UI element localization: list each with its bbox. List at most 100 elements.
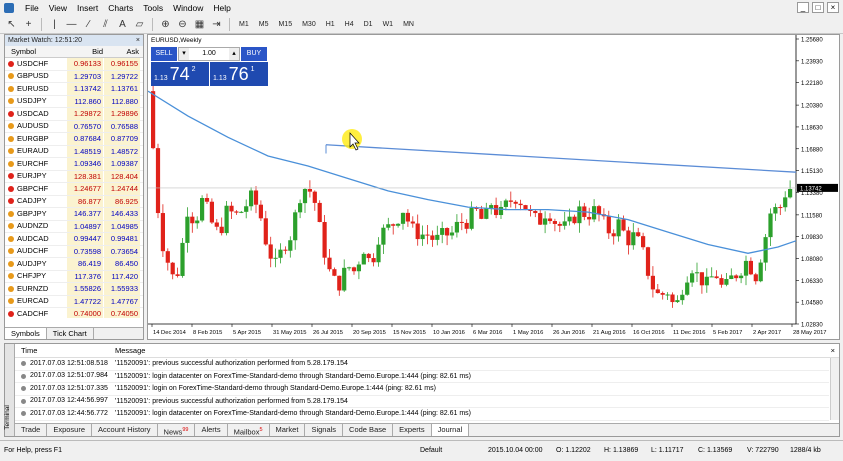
tab-alerts[interactable]: Alerts bbox=[195, 424, 228, 436]
timeframe-m15[interactable]: M15 bbox=[274, 18, 296, 32]
symbol-cell[interactable]: AUDCHF bbox=[5, 246, 67, 258]
lot-size-value[interactable]: 1.00 bbox=[189, 48, 229, 60]
sell-price-button[interactable]: 1.13 74 2 bbox=[151, 62, 209, 86]
market-watch-row[interactable]: EURCHF 1.09346 1.09387 bbox=[5, 158, 143, 171]
symbol-cell[interactable]: AUDUSD bbox=[5, 121, 67, 133]
market-watch-row[interactable]: USDCHF 0.96133 0.96155 bbox=[5, 58, 143, 71]
channel-icon[interactable]: ⫽ bbox=[98, 18, 113, 32]
restore-button[interactable]: □ bbox=[812, 2, 824, 13]
symbol-cell[interactable]: EURNZD bbox=[5, 283, 67, 295]
market-watch-row[interactable]: AUDNZD 1.04897 1.04985 bbox=[5, 220, 143, 233]
market-watch-row[interactable]: CADJPY 86.877 86.925 bbox=[5, 195, 143, 208]
horizontal-line-icon[interactable]: — bbox=[64, 18, 79, 32]
journal-row[interactable]: 2017.07.03 12:44:56.772 '11520091': login… bbox=[15, 408, 829, 421]
column-symbol[interactable]: Symbol bbox=[5, 46, 67, 57]
terminal-close-icon[interactable]: × bbox=[831, 344, 839, 357]
journal-row[interactable]: 2017.07.03 12:51:08.518 '11520091': previ… bbox=[15, 358, 829, 371]
zoom-out-icon[interactable]: ⊖ bbox=[175, 18, 190, 32]
column-ask[interactable]: Ask bbox=[103, 46, 139, 57]
market-watch-row[interactable]: USDJPY 112.860 112.880 bbox=[5, 95, 143, 108]
market-watch-row[interactable]: EURCAD 1.47722 1.47767 bbox=[5, 295, 143, 308]
cursor-icon[interactable]: ↖ bbox=[4, 18, 19, 32]
close-button[interactable]: × bbox=[827, 2, 839, 13]
chart-shift-icon[interactable]: ⇥ bbox=[209, 18, 224, 32]
market-watch-row[interactable]: GBPCHF 1.24677 1.24744 bbox=[5, 183, 143, 196]
market-watch-row[interactable]: EURAUD 1.48519 1.48572 bbox=[5, 145, 143, 158]
symbol-cell[interactable]: GBPCHF bbox=[5, 183, 67, 195]
timeframe-m1[interactable]: M1 bbox=[235, 18, 253, 32]
symbol-cell[interactable]: USDCAD bbox=[5, 108, 67, 120]
zoom-in-icon[interactable]: ⊕ bbox=[158, 18, 173, 32]
market-watch-row[interactable]: CHFJPY 117.376 117.420 bbox=[5, 270, 143, 283]
journal-row[interactable]: 2017.07.03 12:44:56.997 '11520091': previ… bbox=[15, 396, 829, 408]
text-icon[interactable]: A bbox=[115, 18, 130, 32]
column-bid[interactable]: Bid bbox=[67, 46, 103, 57]
market-watch-row[interactable]: GBPUSD 1.29703 1.29722 bbox=[5, 70, 143, 83]
market-watch-row[interactable]: AUDUSD 0.76570 0.76588 bbox=[5, 120, 143, 133]
menu-window[interactable]: Window bbox=[168, 3, 208, 13]
symbol-cell[interactable]: EURJPY bbox=[5, 171, 67, 183]
journal-row[interactable]: 2017.07.03 12:51:07.335 '11520091': login… bbox=[15, 383, 829, 396]
tab-mailbox[interactable]: Mailbox5 bbox=[228, 424, 270, 437]
tab-symbols[interactable]: Symbols bbox=[5, 328, 47, 339]
tab-signals[interactable]: Signals bbox=[305, 424, 344, 436]
market-watch-close-icon[interactable]: × bbox=[136, 35, 143, 46]
symbol-cell[interactable]: EURAUD bbox=[5, 146, 67, 158]
menu-help[interactable]: Help bbox=[208, 3, 235, 13]
timeframe-w1[interactable]: W1 bbox=[379, 18, 398, 32]
shapes-icon[interactable]: ▱ bbox=[132, 18, 147, 32]
buy-price-button[interactable]: 1.13 76 1 bbox=[210, 62, 268, 86]
market-watch-row[interactable]: EURJPY 128.381 128.404 bbox=[5, 170, 143, 183]
journal-row[interactable]: 2017.07.03 12:51:07.984 '11520091': login… bbox=[15, 371, 829, 383]
symbol-cell[interactable]: CADCHF bbox=[5, 308, 67, 318]
timeframe-m5[interactable]: M5 bbox=[255, 18, 273, 32]
timeframe-m30[interactable]: M30 bbox=[298, 18, 320, 32]
tab-journal[interactable]: Journal bbox=[431, 424, 470, 436]
menu-insert[interactable]: Insert bbox=[72, 3, 103, 13]
timeframe-d1[interactable]: D1 bbox=[360, 18, 377, 32]
tab-account-history[interactable]: Account History bbox=[92, 424, 158, 436]
symbol-cell[interactable]: EURCAD bbox=[5, 296, 67, 308]
symbol-cell[interactable]: EURGBP bbox=[5, 133, 67, 145]
column-time[interactable]: Time bbox=[15, 344, 115, 357]
menu-tools[interactable]: Tools bbox=[138, 3, 168, 13]
symbol-cell[interactable]: CADJPY bbox=[5, 196, 67, 208]
market-watch-row[interactable]: AUDCHF 0.73598 0.73654 bbox=[5, 245, 143, 258]
terminal-scrollbar[interactable] bbox=[830, 358, 839, 420]
market-watch-row[interactable]: CADCHF 0.74000 0.74050 bbox=[5, 308, 143, 318]
menu-charts[interactable]: Charts bbox=[103, 3, 138, 13]
lot-size-input[interactable]: ▾ 1.00 ▴ bbox=[178, 47, 240, 61]
market-watch-row[interactable]: AUDJPY 86.419 86.450 bbox=[5, 258, 143, 271]
timeframe-mn[interactable]: MN bbox=[399, 18, 418, 32]
tab-trade[interactable]: Trade bbox=[15, 424, 48, 436]
sell-button[interactable]: SELL bbox=[151, 47, 177, 61]
timeframe-h4[interactable]: H4 bbox=[341, 18, 358, 32]
tile-windows-icon[interactable]: ▦ bbox=[192, 18, 207, 32]
timeframe-h1[interactable]: H1 bbox=[322, 18, 339, 32]
column-message[interactable]: Message bbox=[115, 344, 145, 357]
tab-tick-chart[interactable]: Tick Chart bbox=[47, 328, 94, 339]
symbol-cell[interactable]: CHFJPY bbox=[5, 271, 67, 283]
minimize-button[interactable]: _ bbox=[797, 2, 809, 13]
symbol-cell[interactable]: USDJPY bbox=[5, 96, 67, 108]
crosshair-icon[interactable]: + bbox=[21, 18, 36, 32]
symbol-cell[interactable]: EURCHF bbox=[5, 158, 67, 170]
market-watch-row[interactable]: GBPJPY 146.377 146.433 bbox=[5, 208, 143, 221]
market-watch-row[interactable]: USDCAD 1.29872 1.29896 bbox=[5, 108, 143, 121]
menu-file[interactable]: File bbox=[20, 3, 44, 13]
lot-decrease-icon[interactable]: ▾ bbox=[179, 48, 189, 60]
symbol-cell[interactable]: EURUSD bbox=[5, 83, 67, 95]
tab-market[interactable]: Market bbox=[270, 424, 306, 436]
tab-experts[interactable]: Experts bbox=[393, 424, 432, 436]
trendline-icon[interactable]: ∕ bbox=[81, 18, 96, 32]
vertical-line-icon[interactable]: | bbox=[47, 18, 62, 32]
market-watch-row[interactable]: EURUSD 1.13742 1.13761 bbox=[5, 83, 143, 96]
symbol-cell[interactable]: GBPUSD bbox=[5, 71, 67, 83]
symbol-cell[interactable]: USDCHF bbox=[5, 58, 67, 70]
chart-window[interactable]: 1.25680 1.23930 1.22180 1.20380 1.18630 1.168… bbox=[147, 34, 840, 340]
symbol-cell[interactable]: AUDJPY bbox=[5, 258, 67, 270]
market-watch-row[interactable]: EURGBP 0.87684 0.87709 bbox=[5, 133, 143, 146]
market-watch-row[interactable]: EURNZD 1.55826 1.55933 bbox=[5, 283, 143, 296]
menu-view[interactable]: View bbox=[44, 3, 72, 13]
lot-increase-icon[interactable]: ▴ bbox=[229, 48, 239, 60]
